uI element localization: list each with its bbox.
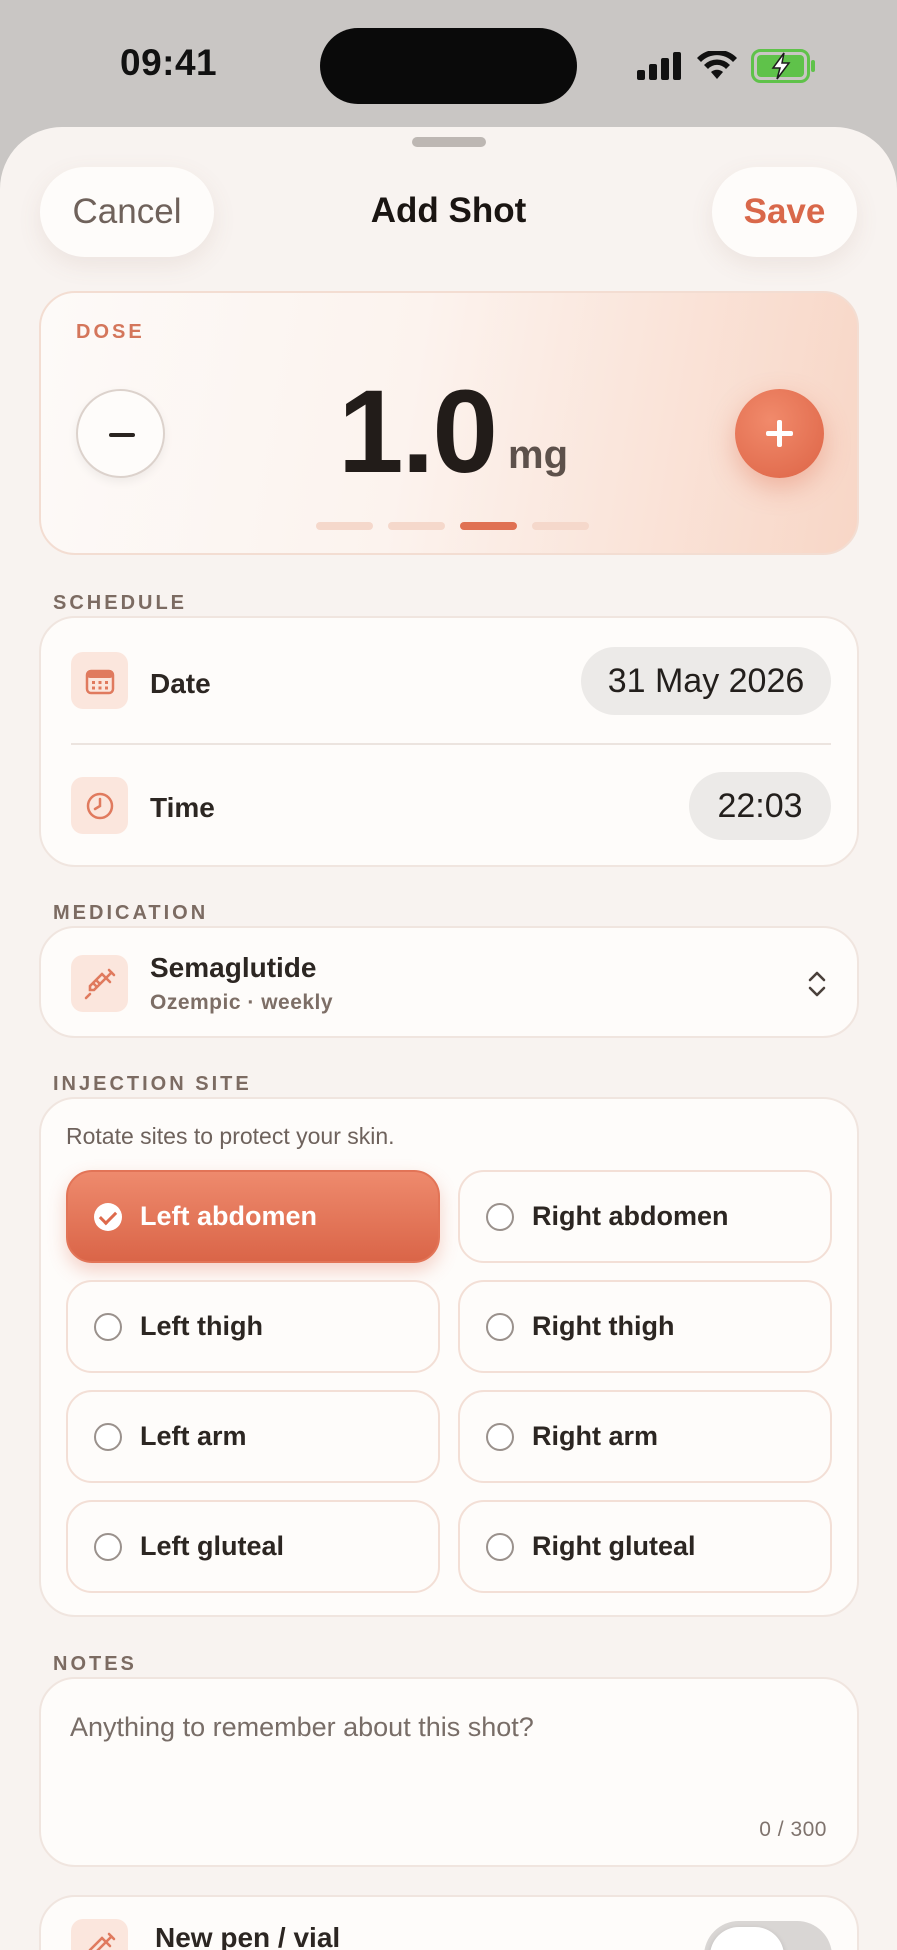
dose-step-dot: [316, 522, 373, 530]
chevron-up-down-icon: [808, 971, 826, 997]
dose-step-indicator: [316, 522, 589, 530]
new-pen-toggle[interactable]: [704, 1921, 832, 1950]
increase-dose-button[interactable]: [735, 389, 824, 478]
radio-icon: [94, 1532, 122, 1561]
dose-label: DOSE: [76, 321, 145, 343]
site-option-right-abdomen[interactable]: Right abdomen: [458, 1170, 832, 1263]
new-pen-row: New pen / vial: [39, 1895, 859, 1950]
time-picker[interactable]: 22:03: [689, 772, 831, 840]
date-row[interactable]: Date 31 May 2026: [41, 618, 861, 743]
site-option-left-arm[interactable]: Left arm: [66, 1390, 440, 1483]
cellular-signal-icon: [637, 52, 681, 80]
date-label: Date: [150, 668, 211, 699]
save-button[interactable]: Save: [712, 167, 857, 257]
radio-icon: [486, 1532, 514, 1561]
dose-card: DOSE 1.0 mg: [39, 291, 859, 555]
notes-field[interactable]: Anything to remember about this shot? 0 …: [39, 1677, 859, 1867]
schedule-card: Date 31 May 2026 Time 22:03: [39, 616, 859, 867]
medication-section-label: MEDICATION: [53, 902, 209, 924]
calendar-icon: [71, 652, 128, 709]
time-label: Time: [150, 792, 215, 823]
decrease-dose-button[interactable]: [76, 389, 165, 478]
site-option-label: Left thigh: [140, 1311, 263, 1341]
site-option-label: Right thigh: [532, 1311, 675, 1341]
dose-step-dot: [460, 522, 517, 530]
notes-section-label: NOTES: [53, 1653, 137, 1675]
site-option-left-thigh[interactable]: Left thigh: [66, 1280, 440, 1373]
injection-site-card: Rotate sites to protect your skin. Left …: [39, 1097, 859, 1617]
dynamic-island: [320, 28, 577, 104]
radio-icon: [94, 1312, 122, 1341]
radio-icon: [94, 1422, 122, 1451]
status-icons: [637, 48, 817, 84]
radio-icon: [486, 1202, 514, 1231]
site-option-right-thigh[interactable]: Right thigh: [458, 1280, 832, 1373]
syringe-icon: [71, 1919, 128, 1950]
medication-subtitle: Ozempic · weekly: [150, 991, 334, 1014]
medication-name: Semaglutide: [150, 952, 317, 983]
toggle-knob: [710, 1927, 784, 1950]
dose-unit: mg: [508, 433, 568, 477]
site-option-label: Right arm: [532, 1421, 659, 1451]
site-option-left-abdomen[interactable]: Left abdomen: [66, 1170, 440, 1263]
site-option-left-gluteal[interactable]: Left gluteal: [66, 1500, 440, 1593]
clock-icon: [71, 777, 128, 834]
syringe-icon: [71, 955, 128, 1012]
site-option-label: Right gluteal: [532, 1531, 696, 1561]
site-option-label: Left abdomen: [140, 1201, 318, 1231]
date-picker[interactable]: 31 May 2026: [581, 647, 831, 715]
add-shot-sheet: Cancel Add Shot Save DOSE 1.0 mg SCHEDUL…: [0, 127, 897, 1950]
time-row[interactable]: Time 22:03: [41, 745, 861, 867]
injection-site-hint: Rotate sites to protect your skin.: [66, 1123, 395, 1149]
status-bar: 09:41: [0, 0, 897, 130]
battery-charging-icon: [751, 49, 815, 83]
notes-character-counter: 0 / 300: [759, 1818, 827, 1841]
injection-site-section-label: INJECTION SITE: [53, 1073, 252, 1095]
site-option-right-arm[interactable]: Right arm: [458, 1390, 832, 1483]
site-option-label: Right abdomen: [532, 1201, 729, 1231]
radio-icon: [486, 1312, 514, 1341]
medication-picker[interactable]: Semaglutide Ozempic · weekly: [39, 926, 859, 1038]
status-time: 09:41: [120, 42, 218, 83]
radio-icon: [486, 1422, 514, 1451]
notes-placeholder: Anything to remember about this shot?: [70, 1712, 534, 1742]
site-option-label: Left gluteal: [140, 1531, 285, 1561]
schedule-section-label: SCHEDULE: [53, 592, 188, 614]
dose-value: 1.0: [338, 366, 498, 498]
wifi-icon: [697, 51, 737, 79]
dose-step-dot: [388, 522, 445, 530]
new-pen-label: New pen / vial: [155, 1922, 341, 1950]
checkmark-icon: [94, 1202, 122, 1231]
dose-step-dot: [532, 522, 589, 530]
site-option-label: Left arm: [140, 1421, 247, 1451]
sheet-grabber[interactable]: [412, 137, 486, 147]
site-option-right-gluteal[interactable]: Right gluteal: [458, 1500, 832, 1593]
